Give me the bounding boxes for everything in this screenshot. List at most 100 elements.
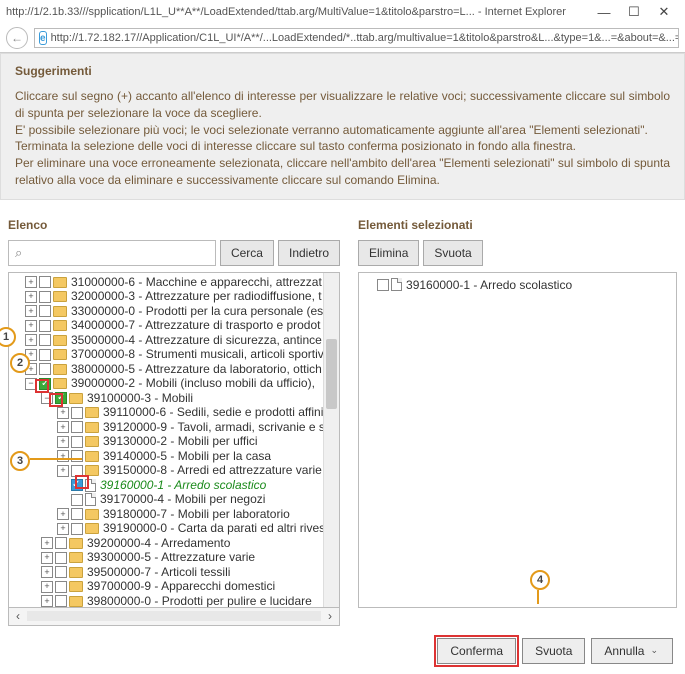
- expand-icon[interactable]: +: [57, 465, 69, 477]
- tree-row[interactable]: +39180000-7 - Mobili per laboratorio: [9, 507, 323, 522]
- scroll-right-icon[interactable]: ›: [321, 608, 339, 624]
- category-tree[interactable]: +31000000-6 - Macchine e apparecchi, att…: [9, 273, 323, 607]
- expand-icon[interactable]: +: [41, 595, 53, 607]
- cancel-button[interactable]: Annulla⌄: [591, 638, 673, 664]
- search-button[interactable]: Cerca: [220, 240, 274, 266]
- tree-checkbox[interactable]: [71, 523, 83, 535]
- back-nav-icon[interactable]: ←: [6, 27, 28, 49]
- tree-row[interactable]: +31000000-6 - Macchine e apparecchi, att…: [9, 275, 323, 290]
- delete-button[interactable]: Elimina: [358, 240, 419, 266]
- tree-row[interactable]: +39120000-9 - Tavoli, armadi, scrivanie …: [9, 420, 323, 435]
- tree-row[interactable]: +39150000-8 - Arredi ed attrezzature var…: [9, 463, 323, 478]
- tree-item-label: 39130000-2 - Mobili per uffici: [103, 434, 258, 449]
- tree-item-label: 32000000-3 - Attrezzature per radiodiffu…: [71, 289, 322, 304]
- tree-row[interactable]: 39170000-4 - Mobili per negozi: [9, 492, 323, 507]
- empty-button[interactable]: Svuota: [423, 240, 482, 266]
- expand-icon[interactable]: +: [57, 436, 69, 448]
- minimize-button[interactable]: —: [589, 2, 619, 22]
- tree-item-label: 39170000-4 - Mobili per negozi: [100, 492, 265, 507]
- tree-row[interactable]: 39160000-1 - Arredo scolastico: [9, 478, 323, 493]
- expand-icon[interactable]: +: [25, 305, 37, 317]
- tree-checkbox[interactable]: [71, 494, 83, 506]
- tree-item-label: 38000000-5 - Attrezzature da laboratorio…: [71, 362, 322, 377]
- horizontal-scrollbar[interactable]: ‹ ›: [8, 608, 340, 626]
- tree-checkbox[interactable]: [55, 581, 67, 593]
- tree-row[interactable]: +39110000-6 - Sedili, sedie e prodotti a…: [9, 405, 323, 420]
- elenco-heading: Elenco: [8, 218, 340, 232]
- tree-checkbox[interactable]: [39, 320, 51, 332]
- tree-row[interactable]: +35000000-4 - Attrezzature di sicurezza,…: [9, 333, 323, 348]
- tree-checkbox[interactable]: [39, 363, 51, 375]
- tree-checkbox[interactable]: [71, 436, 83, 448]
- expand-icon[interactable]: +: [41, 552, 53, 564]
- tree-checkbox[interactable]: [55, 537, 67, 549]
- address-bar[interactable]: e http://1.72.182.17//Application/C1L_UI…: [34, 28, 679, 48]
- tree-checkbox[interactable]: [71, 421, 83, 433]
- tree-checkbox[interactable]: [39, 291, 51, 303]
- expand-icon[interactable]: +: [25, 291, 37, 303]
- tree-checkbox[interactable]: [39, 276, 51, 288]
- expand-icon[interactable]: +: [57, 523, 69, 535]
- folder-icon: [53, 306, 67, 317]
- back-button[interactable]: Indietro: [278, 240, 340, 266]
- collapse-icon[interactable]: −: [25, 378, 37, 390]
- scroll-left-icon[interactable]: ‹: [9, 608, 27, 624]
- tree-row[interactable]: +39500000-7 - Articoli tessili: [9, 565, 323, 580]
- tree-row[interactable]: +37000000-8 - Strumenti musicali, artico…: [9, 347, 323, 362]
- tree-row[interactable]: −39100000-3 - Mobili: [9, 391, 323, 406]
- vertical-scrollbar[interactable]: [323, 273, 339, 607]
- scroll-thumb[interactable]: [326, 339, 337, 409]
- tree-item-label: 39140000-5 - Mobili per la casa: [103, 449, 271, 464]
- maximize-button[interactable]: ☐: [619, 2, 649, 22]
- tree-row[interactable]: +39300000-5 - Attrezzature varie: [9, 550, 323, 565]
- tree-row[interactable]: +39140000-5 - Mobili per la casa: [9, 449, 323, 464]
- tree-checkbox[interactable]: [55, 552, 67, 564]
- expand-icon[interactable]: +: [41, 566, 53, 578]
- tree-checkbox[interactable]: [71, 450, 83, 462]
- tree-row[interactable]: +39800000-0 - Prodotti per pulire e luci…: [9, 594, 323, 607]
- expand-icon[interactable]: +: [25, 320, 37, 332]
- tree-checkbox[interactable]: [55, 392, 67, 404]
- hscroll-track[interactable]: [27, 611, 321, 621]
- selected-item-checkbox[interactable]: [377, 279, 389, 291]
- expand-icon[interactable]: +: [25, 276, 37, 288]
- tree-row[interactable]: +34000000-7 - Attrezzature di trasporto …: [9, 318, 323, 333]
- expand-icon[interactable]: +: [57, 421, 69, 433]
- tree-row[interactable]: −39000000-2 - Mobili (incluso mobili da …: [9, 376, 323, 391]
- tree-checkbox[interactable]: [55, 566, 67, 578]
- tree-row[interactable]: +33000000-0 - Prodotti per la cura perso…: [9, 304, 323, 319]
- folder-icon: [53, 335, 67, 346]
- collapse-icon[interactable]: −: [41, 392, 53, 404]
- expand-icon[interactable]: +: [57, 508, 69, 520]
- folder-icon: [53, 349, 67, 360]
- tree-checkbox[interactable]: [39, 349, 51, 361]
- folder-icon: [53, 378, 67, 389]
- expand-icon[interactable]: +: [25, 334, 37, 346]
- expand-icon[interactable]: +: [41, 581, 53, 593]
- expand-icon[interactable]: +: [57, 407, 69, 419]
- tree-checkbox[interactable]: [71, 407, 83, 419]
- footer-empty-button[interactable]: Svuota: [522, 638, 585, 664]
- tree-row[interactable]: +39200000-4 - Arredamento: [9, 536, 323, 551]
- tree-checkbox[interactable]: [71, 508, 83, 520]
- expand-icon[interactable]: +: [41, 537, 53, 549]
- tree-checkbox[interactable]: [39, 305, 51, 317]
- document-icon: [85, 479, 96, 492]
- tree-checkbox[interactable]: [39, 334, 51, 346]
- tree-checkbox[interactable]: [55, 595, 67, 607]
- tree-checkbox[interactable]: [39, 378, 51, 390]
- close-button[interactable]: ✕: [649, 2, 679, 22]
- selected-item-row[interactable]: 39160000-1 - Arredo scolastico: [363, 277, 672, 293]
- selected-item-label: 39160000-1 - Arredo scolastico: [406, 278, 572, 292]
- tree-checkbox[interactable]: [71, 479, 83, 491]
- confirm-button[interactable]: Conferma: [437, 638, 516, 664]
- tree-row[interactable]: +38000000-5 - Attrezzature da laboratori…: [9, 362, 323, 377]
- tree-item-label: 37000000-8 - Strumenti musicali, articol…: [71, 347, 323, 362]
- tree-row[interactable]: +39700000-9 - Apparecchi domestici: [9, 579, 323, 594]
- expand-icon[interactable]: +: [57, 450, 69, 462]
- tree-row[interactable]: +32000000-3 - Attrezzature per radiodiff…: [9, 289, 323, 304]
- tree-checkbox[interactable]: [71, 465, 83, 477]
- search-input[interactable]: ⌕: [8, 240, 216, 266]
- tree-row[interactable]: +39190000-0 - Carta da parati ed altri r…: [9, 521, 323, 536]
- tree-row[interactable]: +39130000-2 - Mobili per uffici: [9, 434, 323, 449]
